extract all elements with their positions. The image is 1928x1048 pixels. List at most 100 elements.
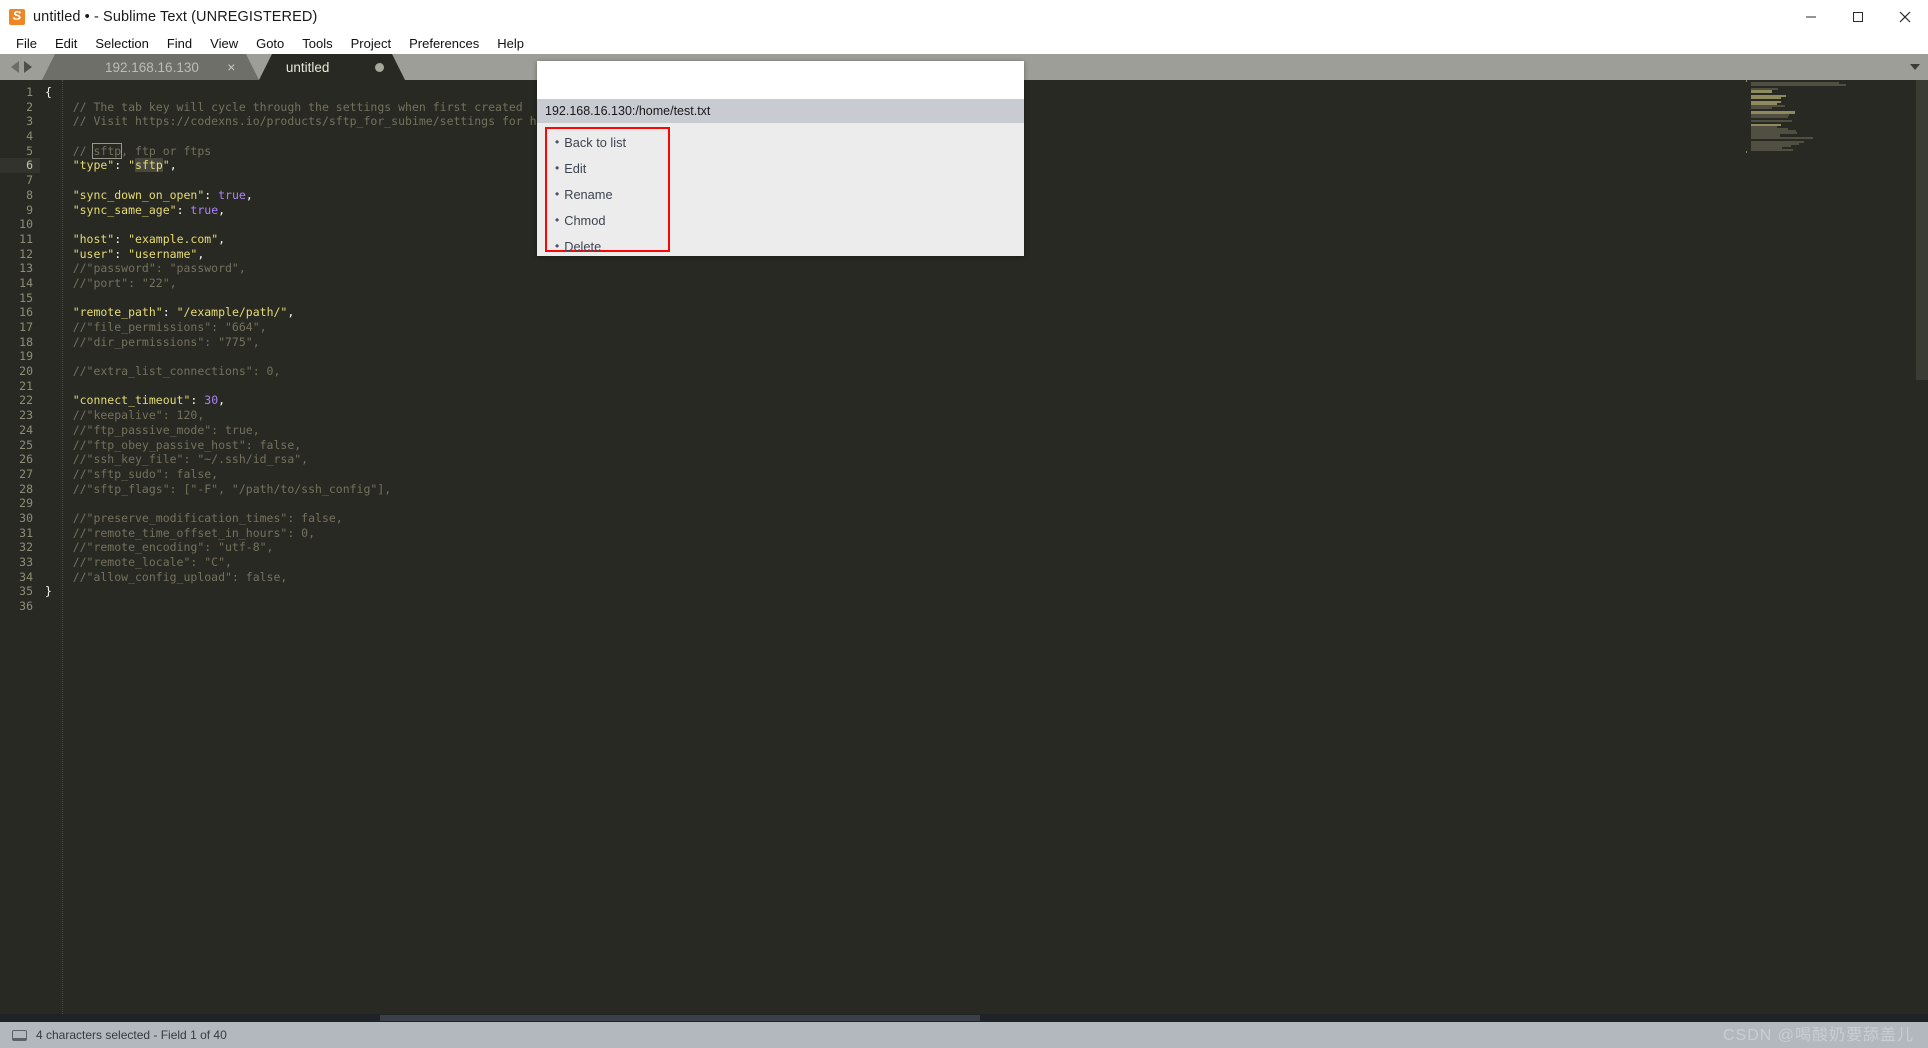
minimap-line bbox=[1751, 88, 1779, 91]
menu-action-delete[interactable]: • Delete bbox=[547, 233, 668, 259]
code-token: //"extra_list_connections": 0, bbox=[45, 364, 281, 379]
close-button[interactable] bbox=[1881, 0, 1928, 33]
minimize-button[interactable] bbox=[1787, 0, 1834, 33]
code-line[interactable] bbox=[45, 349, 1928, 364]
line-number: 6 bbox=[0, 158, 40, 174]
tab-unsaved-dot-icon bbox=[375, 62, 385, 72]
popup-body: • Back to list • Edit • Rename • Chmod •… bbox=[537, 123, 1024, 256]
line-number: 33 bbox=[19, 555, 33, 569]
code-line[interactable]: //"remote_time_offset_in_hours": 0, bbox=[45, 526, 1928, 541]
tab-nav-arrows[interactable] bbox=[0, 54, 42, 80]
tab-overflow-button[interactable] bbox=[1902, 54, 1928, 80]
code-line[interactable] bbox=[45, 599, 1928, 614]
code-token: //"file_permissions": "664", bbox=[45, 320, 267, 334]
line-number: 20 bbox=[19, 364, 33, 379]
tab-next-icon[interactable] bbox=[23, 61, 32, 73]
horizontal-scrollbar[interactable] bbox=[0, 1014, 1928, 1022]
code-token: "user" bbox=[45, 246, 115, 261]
minimap-line bbox=[1751, 149, 1794, 152]
code-line[interactable] bbox=[45, 291, 1928, 306]
tab-close-icon[interactable]: × bbox=[225, 60, 238, 74]
minimap-viewport[interactable] bbox=[1916, 80, 1928, 380]
menu-item-edit[interactable]: Edit bbox=[46, 34, 86, 54]
code-line[interactable]: //"extra_list_connections": 0, bbox=[45, 364, 1928, 379]
code-line[interactable]: //"sftp_flags": ["-F", "/path/to/ssh_con… bbox=[45, 482, 1928, 497]
menu-item-preferences[interactable]: Preferences bbox=[400, 34, 488, 54]
code-line[interactable]: //"port": "22", bbox=[45, 276, 1928, 291]
line-number: 19 bbox=[19, 349, 33, 364]
code-token: : bbox=[176, 202, 191, 217]
tab-untitled[interactable]: untitled bbox=[258, 54, 405, 80]
menu-action-chmod[interactable]: • Chmod bbox=[547, 207, 668, 233]
scrollbar-thumb[interactable] bbox=[380, 1015, 980, 1021]
minimap[interactable] bbox=[1738, 80, 1928, 1022]
code-line[interactable]: //"password": "password", bbox=[45, 261, 1928, 276]
line-number: 3 bbox=[26, 114, 33, 129]
code-token: //"ftp_passive_mode": true, bbox=[45, 422, 260, 437]
title-bar: untitled • - Sublime Text (UNREGISTERED) bbox=[0, 0, 1928, 33]
menu-item-selection[interactable]: Selection bbox=[86, 34, 157, 54]
code-token: "sync_down_on_open" bbox=[45, 187, 205, 202]
minimap-line bbox=[1751, 119, 1792, 122]
menu-action-back-to-list[interactable]: • Back to list bbox=[547, 129, 668, 155]
tab-192-168-16-130[interactable]: 192.168.16.130 × bbox=[42, 54, 259, 80]
code-line[interactable]: //"remote_locale": "C", bbox=[45, 555, 1928, 570]
code-token: sftp bbox=[92, 142, 123, 159]
code-line[interactable]: //"preserve_modification_times": false, bbox=[45, 511, 1928, 526]
code-line[interactable]: "remote_path": "/example/path/", bbox=[45, 305, 1928, 320]
line-number: 15 bbox=[19, 290, 33, 305]
code-line[interactable]: } bbox=[45, 584, 1928, 599]
tab-prev-icon[interactable] bbox=[10, 61, 19, 73]
code-line[interactable]: //"keepalive": 120, bbox=[45, 408, 1928, 423]
line-number: 29 bbox=[19, 496, 33, 511]
popup-input-area[interactable] bbox=[537, 61, 1024, 99]
code-line[interactable]: //"ftp_obey_passive_host": false, bbox=[45, 438, 1928, 453]
menu-item-find[interactable]: Find bbox=[158, 34, 201, 54]
code-token: " bbox=[162, 158, 170, 173]
code-token: 30 bbox=[204, 393, 219, 408]
line-number: 1 bbox=[26, 85, 33, 99]
status-bar: 4 characters selected - Field 1 of 40 CS… bbox=[0, 1022, 1928, 1048]
document-icon bbox=[12, 1029, 27, 1041]
code-line[interactable] bbox=[45, 496, 1928, 511]
maximize-button[interactable] bbox=[1834, 0, 1881, 33]
code-line[interactable]: //"allow_config_upload": false, bbox=[45, 570, 1928, 585]
menu-item-tools[interactable]: Tools bbox=[293, 34, 341, 54]
line-number: 23 bbox=[19, 408, 33, 423]
menu-action-rename[interactable]: • Rename bbox=[547, 181, 668, 207]
file-actions-menu[interactable]: • Back to list • Edit • Rename • Chmod •… bbox=[545, 127, 670, 254]
menu-item-file[interactable]: File bbox=[7, 34, 46, 54]
menu-item-view[interactable]: View bbox=[201, 34, 247, 54]
menu-action-label: Rename bbox=[564, 186, 613, 202]
menu-item-project[interactable]: Project bbox=[342, 34, 400, 54]
code-line[interactable]: //"ssh_key_file": "~/.ssh/id_rsa", bbox=[45, 452, 1928, 467]
code-token: , bbox=[245, 187, 253, 202]
code-token: , bbox=[287, 305, 295, 320]
code-token: //"port": "22", bbox=[45, 275, 177, 290]
code-line[interactable]: //"sftp_sudo": false, bbox=[45, 467, 1928, 482]
menu-item-goto[interactable]: Goto bbox=[247, 34, 293, 54]
code-token: //"remote_time_offset_in_hours": 0, bbox=[45, 525, 316, 540]
code-line[interactable]: //"dir_permissions": "775", bbox=[45, 335, 1928, 350]
menu-item-help[interactable]: Help bbox=[488, 34, 533, 54]
code-token: "connect_timeout" bbox=[45, 393, 191, 408]
code-line[interactable]: //"file_permissions": "664", bbox=[45, 320, 1928, 335]
menu-action-edit[interactable]: • Edit bbox=[547, 155, 668, 181]
menu-bar: File Edit Selection Find View Goto Tools… bbox=[0, 33, 1928, 54]
bullet-icon: • bbox=[555, 187, 560, 201]
code-token: // bbox=[45, 143, 94, 158]
code-line[interactable]: //"ftp_passive_mode": true, bbox=[45, 423, 1928, 438]
code-token: // The tab key will cycle through the se… bbox=[45, 99, 523, 114]
code-line[interactable]: "connect_timeout": 30, bbox=[45, 393, 1928, 408]
code-token: true bbox=[218, 187, 246, 202]
line-number: 18 bbox=[19, 334, 33, 349]
code-token: //"dir_permissions": "775", bbox=[45, 334, 260, 349]
sftp-browser-popup[interactable]: 192.168.16.130:/home/test.txt • Back to … bbox=[537, 61, 1024, 256]
code-token: : bbox=[190, 393, 205, 408]
code-token: "sync_same_age" bbox=[45, 202, 177, 217]
code-line[interactable]: //"remote_encoding": "utf-8", bbox=[45, 540, 1928, 555]
code-token: } bbox=[45, 584, 52, 599]
code-token: //"sftp_sudo": false, bbox=[45, 466, 219, 481]
line-number: 2 bbox=[26, 99, 33, 114]
code-line[interactable] bbox=[45, 379, 1928, 394]
